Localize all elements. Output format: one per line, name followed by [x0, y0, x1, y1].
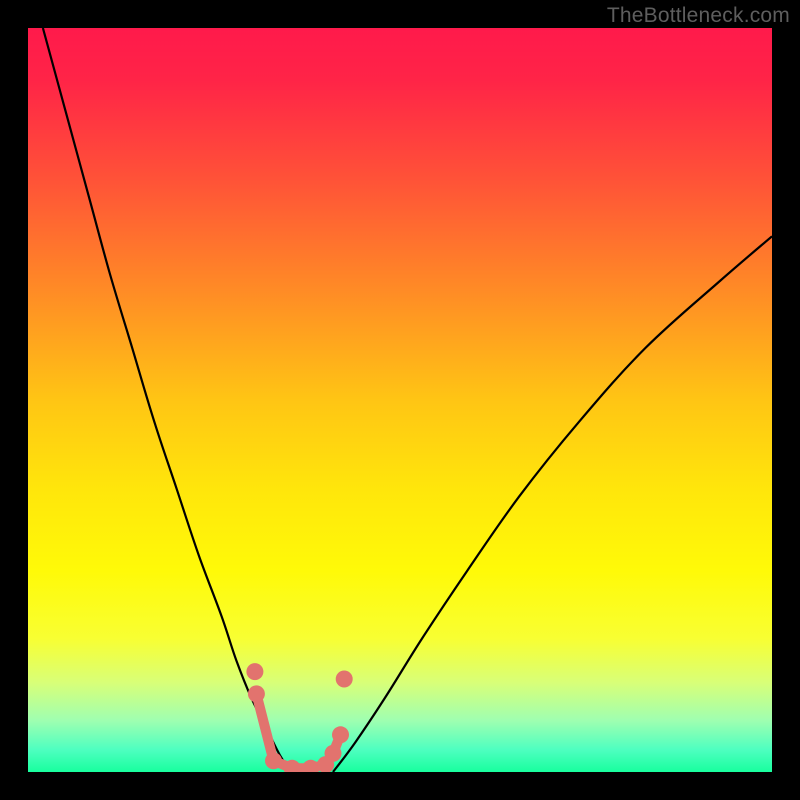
curve-left	[43, 28, 292, 772]
marker-dot	[336, 671, 353, 688]
chart-curves	[28, 28, 772, 772]
marker-dot	[246, 663, 263, 680]
marker-dot	[248, 685, 265, 702]
marker-dot	[265, 752, 282, 769]
marker-dot	[325, 745, 342, 762]
watermark-text: TheBottleneck.com	[607, 4, 790, 28]
chart-frame: TheBottleneck.com	[0, 0, 800, 800]
curve-right	[333, 236, 772, 772]
marker-dot	[302, 760, 319, 772]
marker-dot	[332, 726, 349, 743]
plot-area	[28, 28, 772, 772]
